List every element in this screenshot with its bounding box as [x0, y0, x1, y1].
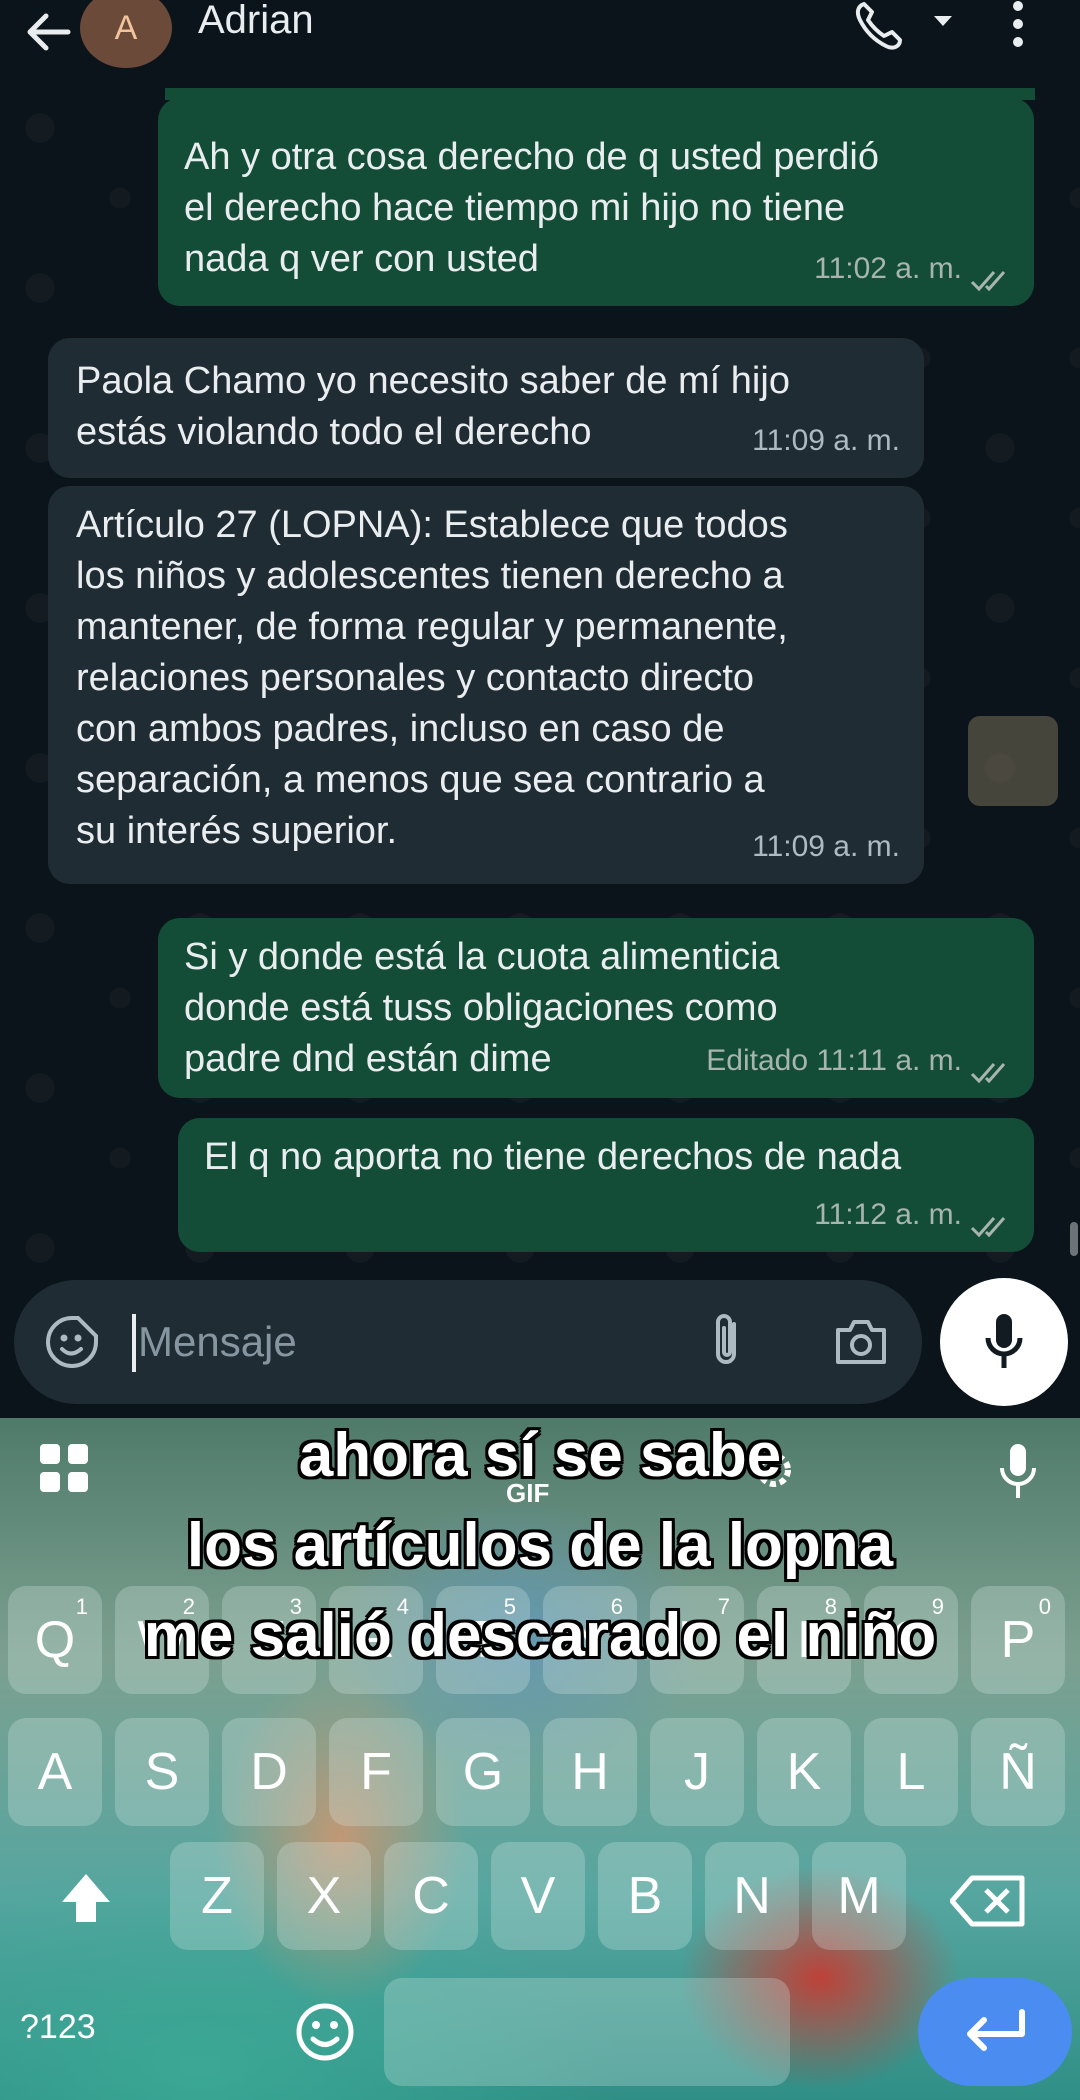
key-n[interactable]: N: [705, 1842, 799, 1950]
message-line: separación, a menos que sea contrario a: [76, 759, 765, 801]
chat-header: A Adrian: [0, 0, 1080, 88]
avatar[interactable]: A: [80, 0, 172, 68]
key-d[interactable]: D: [222, 1718, 316, 1826]
outgoing-message[interactable]: El q no aporta no tiene derechos de nada…: [178, 1118, 1034, 1252]
message-input[interactable]: Mensaje: [138, 1318, 297, 1366]
message-line: Si y donde está la cuota alimenticia: [184, 936, 780, 978]
message-line: con ambos padres, incluso en caso de: [76, 708, 725, 750]
backspace-icon[interactable]: [950, 1874, 1026, 1928]
message-line: relaciones personales y contacto directo: [76, 657, 755, 699]
message-line: Ah y otra cosa derecho de q usted perdió: [184, 136, 880, 178]
read-ticks-icon: [970, 1217, 1006, 1238]
incoming-message[interactable]: Artículo 27 (LOPNA): Establece que todos…: [48, 486, 924, 884]
message-line: donde está tuss obligaciones como: [184, 987, 778, 1029]
space-key[interactable]: [384, 1978, 790, 2086]
message-line: el derecho hace tiempo mi hijo no tiene: [184, 187, 846, 229]
back-arrow-icon[interactable]: [18, 4, 78, 64]
text-cursor: [132, 1314, 136, 1372]
forward-button[interactable]: [968, 716, 1058, 806]
microphone-icon: [985, 1314, 1023, 1368]
key-m[interactable]: M: [812, 1842, 906, 1950]
outgoing-message[interactable]: Si y donde está la cuota alimenticia don…: [158, 918, 1034, 1098]
message-time: 11:09 a. m.: [752, 424, 900, 457]
message-line: mantener, de forma regular y permanente,: [76, 606, 788, 648]
voice-message-button[interactable]: [940, 1278, 1068, 1406]
message-time: 11:09 a. m.: [752, 830, 900, 863]
emoji-key-icon[interactable]: [266, 1978, 384, 2086]
outgoing-message[interactable]: Ah y otra cosa derecho de q usted perdió…: [158, 98, 1034, 306]
enter-key[interactable]: [918, 1978, 1072, 2086]
key-l[interactable]: L: [864, 1718, 958, 1826]
key-c[interactable]: C: [384, 1842, 478, 1950]
scrollbar[interactable]: [1070, 1222, 1078, 1256]
message-line: estás violando todo el derecho: [76, 411, 592, 453]
camera-icon[interactable]: [832, 1316, 890, 1368]
key-a[interactable]: A: [8, 1718, 102, 1826]
message-line: Artículo 27 (LOPNA): Establece que todos: [76, 504, 788, 546]
message-line: nada q ver con usted: [184, 238, 539, 280]
key-b[interactable]: B: [598, 1842, 692, 1950]
key-s[interactable]: S: [115, 1718, 209, 1826]
contact-name[interactable]: Adrian: [198, 0, 314, 43]
key-k[interactable]: K: [757, 1718, 851, 1826]
phone-icon[interactable]: [850, 0, 906, 54]
key-x[interactable]: X: [277, 1842, 371, 1950]
key-g[interactable]: G: [436, 1718, 530, 1826]
shift-icon[interactable]: [54, 1866, 118, 1930]
message-time: 11:02 a. m.: [814, 252, 962, 285]
enter-arrow-icon: [967, 2009, 1025, 2051]
caption-line: me salió descarado el niño: [143, 1601, 937, 1670]
attach-icon[interactable]: [704, 1310, 750, 1372]
caption-line: los artículos de la lopna: [186, 1511, 894, 1580]
more-options-icon[interactable]: [1003, 0, 1033, 58]
message-line: padre dnd están dime: [184, 1038, 552, 1080]
message-time: 11:12 a. m.: [814, 1198, 962, 1231]
message-line: los niños y adolescentes tienen derecho …: [76, 555, 784, 597]
message-line: Paola Chamo yo necesito saber de mí hijo: [76, 360, 790, 402]
message-line: su interés superior.: [76, 810, 398, 852]
message-line: El q no aporta no tiene derechos de nada: [204, 1136, 902, 1178]
read-ticks-icon: [970, 1063, 1006, 1084]
key-f[interactable]: F: [329, 1718, 423, 1826]
message-composer: Mensaje: [14, 1280, 922, 1404]
incoming-message[interactable]: Paola Chamo yo necesito saber de mí hijo…: [48, 338, 924, 478]
sticker-emoji-icon[interactable]: [44, 1314, 100, 1370]
key-j[interactable]: J: [650, 1718, 744, 1826]
chevron-down-icon[interactable]: [930, 8, 956, 34]
key-z[interactable]: Z: [170, 1842, 264, 1950]
key-v[interactable]: V: [491, 1842, 585, 1950]
read-ticks-icon: [970, 271, 1006, 292]
symbols-key[interactable]: ?123: [20, 2008, 96, 2047]
caption-line: ahora sí se sabe: [298, 1421, 782, 1490]
key-ñ[interactable]: Ñ: [971, 1718, 1065, 1826]
message-time: Editado 11:11 a. m.: [706, 1044, 962, 1077]
avatar-letter: A: [114, 8, 138, 47]
key-h[interactable]: H: [543, 1718, 637, 1826]
